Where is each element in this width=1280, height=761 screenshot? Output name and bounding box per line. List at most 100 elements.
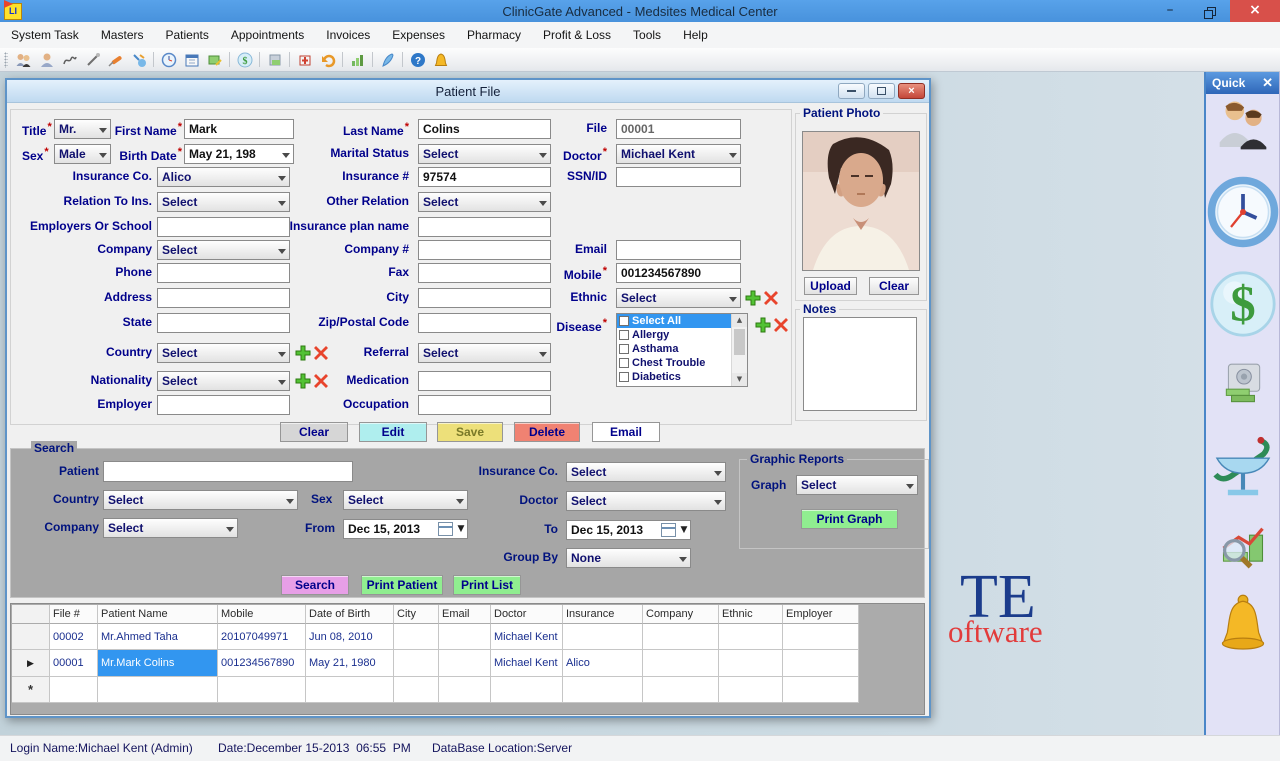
disease-option-select-all[interactable]: Select All	[617, 314, 747, 328]
save-button[interactable]: Save	[437, 422, 503, 442]
ethnic-add-icon[interactable]	[745, 290, 761, 306]
marital-status-select[interactable]: Select	[418, 144, 551, 164]
edit-button[interactable]: Edit	[359, 422, 427, 442]
chart-icon[interactable]	[346, 50, 369, 70]
photo-upload-button[interactable]: Upload	[804, 277, 857, 295]
dollar-icon[interactable]: $	[233, 50, 256, 70]
insurance-plan-input[interactable]	[418, 217, 551, 237]
quick-pharmacy-icon[interactable]	[1210, 432, 1276, 498]
date-dropdown-icon[interactable]: ▼	[678, 521, 690, 539]
grid-header-doctor[interactable]: Doctor	[491, 605, 563, 624]
disease-option-allergy[interactable]: Allergy	[617, 328, 747, 342]
fax-input[interactable]	[418, 263, 551, 283]
scroll-up-icon[interactable]: ▲	[732, 314, 747, 327]
quick-reports-analysis-icon[interactable]	[1217, 520, 1269, 572]
grid-header-patient-name[interactable]: Patient Name	[98, 605, 218, 624]
pf-maximize-button[interactable]	[868, 83, 895, 99]
nationality-add-icon[interactable]	[295, 373, 311, 389]
mobile-input[interactable]	[616, 263, 741, 283]
menu-profit-loss[interactable]: Profit & Loss	[532, 22, 622, 48]
email-button[interactable]: Email	[592, 422, 660, 442]
country-delete-icon[interactable]	[313, 345, 329, 361]
grid-header-ethnic[interactable]: Ethnic	[719, 605, 783, 624]
quick-patients-icon[interactable]	[1215, 98, 1271, 154]
probe-icon[interactable]	[81, 50, 104, 70]
grid-header-employer[interactable]: Employer	[783, 605, 859, 624]
menu-patients[interactable]: Patients	[155, 22, 220, 48]
checkbox-icon[interactable]	[619, 316, 629, 326]
menu-tools[interactable]: Tools	[622, 22, 672, 48]
patients-group-icon[interactable]	[12, 50, 35, 70]
country-add-icon[interactable]	[295, 345, 311, 361]
grid-header-file[interactable]: File #	[50, 605, 98, 624]
referral-select[interactable]: Select	[418, 343, 551, 363]
search-to-date[interactable]: Dec 15, 2013▼	[566, 520, 691, 540]
clear-button[interactable]: Clear	[280, 422, 348, 442]
quick-billing-dollar-icon[interactable]: $	[1209, 270, 1277, 338]
signature-icon[interactable]	[58, 50, 81, 70]
scroll-thumb[interactable]	[734, 329, 745, 355]
photo-clear-button[interactable]: Clear	[869, 277, 919, 295]
checkbox-icon[interactable]	[619, 330, 629, 340]
grid-header-city[interactable]: City	[394, 605, 439, 624]
disease-delete-icon[interactable]	[773, 317, 789, 333]
patient-icon[interactable]	[35, 50, 58, 70]
disease-listbox[interactable]: Select All Allergy Asthama Chest Trouble…	[616, 313, 748, 387]
print-patient-button[interactable]: Print Patient	[361, 575, 443, 595]
search-country-select[interactable]: Select	[103, 490, 298, 510]
cleanup-icon[interactable]	[376, 50, 399, 70]
checkbox-icon[interactable]	[619, 372, 629, 382]
sex-select[interactable]: Male	[54, 144, 111, 164]
search-company-select[interactable]: Select	[103, 518, 238, 538]
pf-close-button[interactable]: ×	[898, 83, 925, 99]
search-doctor-select[interactable]: Select	[566, 491, 726, 511]
disease-option-chest-trouble[interactable]: Chest Trouble	[617, 356, 747, 370]
disease-option-diabetics[interactable]: Diabetics	[617, 370, 747, 384]
insurance-no-input[interactable]	[418, 167, 551, 187]
search-insurance-co-select[interactable]: Select	[566, 462, 726, 482]
bell-icon[interactable]	[429, 50, 452, 70]
search-button[interactable]: Search	[281, 575, 349, 595]
appointments-clock-icon[interactable]	[157, 50, 180, 70]
email-input[interactable]	[616, 240, 741, 260]
nationality-select[interactable]: Select	[157, 371, 290, 391]
grid-row-ahmed-taha[interactable]: 00002 Mr.Ahmed Taha 20107049971 Jun 08, …	[12, 624, 859, 650]
grid-row-mark-colins[interactable]: ▶ 00001 Mr.Mark Colins 001234567890 May …	[12, 650, 859, 677]
doctor-select[interactable]: Michael Kent	[616, 144, 741, 164]
print-list-button[interactable]: Print List	[453, 575, 521, 595]
row-selector[interactable]	[12, 624, 50, 650]
other-relation-select[interactable]: Select	[418, 192, 551, 212]
country-select[interactable]: Select	[157, 343, 290, 363]
undo-arrow-icon[interactable]	[316, 50, 339, 70]
expense-box-icon[interactable]	[263, 50, 286, 70]
current-row-marker-icon[interactable]: ▶	[12, 650, 50, 677]
menu-pharmacy[interactable]: Pharmacy	[456, 22, 532, 48]
medical-tools-icon[interactable]	[127, 50, 150, 70]
grid-header-mobile[interactable]: Mobile	[218, 605, 306, 624]
grid-corner-cell[interactable]	[12, 605, 50, 624]
minimize-button[interactable]: –	[1150, 0, 1190, 22]
search-group-by-select[interactable]: None	[566, 548, 691, 568]
search-from-date[interactable]: Dec 15, 2013▼	[343, 519, 468, 539]
search-sex-select[interactable]: Select	[343, 490, 468, 510]
menu-system-task[interactable]: System Task	[0, 22, 90, 48]
help-icon[interactable]: ?	[406, 50, 429, 70]
print-graph-button[interactable]: Print Graph	[801, 509, 898, 529]
title-select[interactable]: Mr.	[54, 119, 111, 139]
company-no-input[interactable]	[418, 240, 551, 260]
quick-appointments-clock-icon[interactable]	[1207, 176, 1279, 248]
grid-header-email[interactable]: Email	[439, 605, 491, 624]
checkbox-icon[interactable]	[619, 358, 629, 368]
pharmacy-box-icon[interactable]	[293, 50, 316, 70]
pf-minimize-button[interactable]	[838, 83, 865, 99]
quick-close-icon[interactable]: ✕	[1262, 72, 1273, 94]
search-patient-input[interactable]	[103, 461, 353, 482]
last-name-input[interactable]	[418, 119, 551, 139]
grid-new-row[interactable]: *	[12, 677, 859, 703]
graph-select[interactable]: Select	[796, 475, 918, 495]
grid-header-company[interactable]: Company	[643, 605, 719, 624]
menu-invoices[interactable]: Invoices	[315, 22, 381, 48]
restore-button[interactable]	[1190, 0, 1230, 22]
scroll-down-icon[interactable]: ▼	[732, 373, 747, 386]
disease-add-icon[interactable]	[755, 317, 771, 333]
